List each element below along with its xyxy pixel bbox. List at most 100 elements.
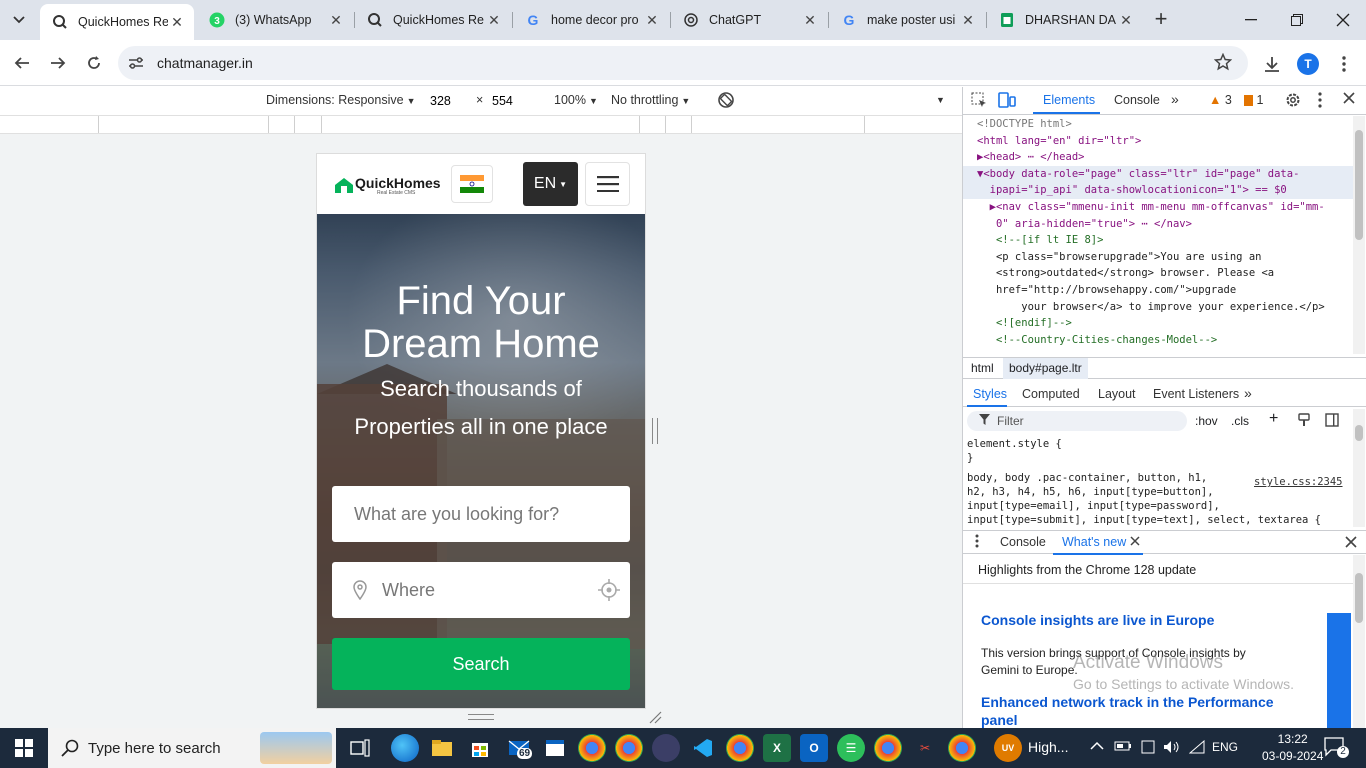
chat-app-icon[interactable]: ☰ <box>837 734 865 762</box>
dom-line[interactable]: your browser</a> to improve your experie… <box>963 299 1353 316</box>
device-toggle-icon[interactable] <box>998 92 1016 111</box>
store-icon[interactable] <box>466 734 494 762</box>
volume-icon[interactable] <box>1163 740 1181 757</box>
reload-button[interactable] <box>81 50 107 76</box>
tab-home-decor[interactable]: G home decor pro ✕ <box>513 0 669 40</box>
profile-button[interactable]: T <box>1295 51 1321 77</box>
viewport-resize-handle-bottom[interactable] <box>468 714 494 720</box>
hov-toggle[interactable]: :hov <box>1195 414 1218 428</box>
device-width-input[interactable] <box>427 91 473 111</box>
more-tabs-icon[interactable]: » <box>1244 385 1252 401</box>
clock[interactable]: 13:22 03-09-2024 <box>1262 731 1323 765</box>
dom-line-selected[interactable]: ▼<body data-role="page" class="ltr" id="… <box>963 165 1353 183</box>
close-tab-icon[interactable]: ✕ <box>959 11 977 29</box>
wifi-icon[interactable] <box>1188 739 1205 757</box>
snipping-tool-icon[interactable]: ✂ <box>911 734 939 762</box>
dom-tree[interactable]: <!DOCTYPE html> <html lang="en" dir="ltr… <box>963 116 1353 354</box>
dom-line-selected[interactable]: ipapi="ip_api" data-showlocationicon="1"… <box>963 182 1353 199</box>
tab-layout[interactable]: Layout <box>1098 387 1136 401</box>
viewport-resize-handle-right[interactable] <box>652 418 658 444</box>
close-tab-icon[interactable]: ✕ <box>1117 11 1135 29</box>
close-drawer-tab-icon[interactable] <box>1130 535 1140 549</box>
crosshair-icon[interactable] <box>598 579 620 604</box>
input-language[interactable]: ENG <box>1212 740 1238 754</box>
address-bar[interactable]: chatmanager.in <box>118 46 1248 80</box>
close-tab-icon[interactable]: ✕ <box>485 11 503 29</box>
site-info-icon[interactable] <box>124 51 148 75</box>
dom-line[interactable]: ▶<head> ⋯ </head> <box>963 149 1353 166</box>
dimensions-dropdown[interactable]: Dimensions: Responsive ▼ <box>266 93 415 107</box>
close-window-button[interactable] <box>1328 6 1358 34</box>
dom-line[interactable]: <p class="browserupgrade">You are using … <box>963 249 1353 266</box>
devtools-menu-icon[interactable] <box>1318 92 1322 111</box>
excel-icon[interactable]: X <box>763 734 791 762</box>
rotate-icon[interactable] <box>716 90 736 113</box>
tab-chatgpt[interactable]: ChatGPT ✕ <box>671 0 827 40</box>
close-tab-icon[interactable]: ✕ <box>168 13 186 31</box>
dom-line[interactable]: <![endif]--> <box>963 315 1353 332</box>
errors-badge[interactable]: 1 <box>1244 93 1263 107</box>
close-tab-icon[interactable]: ✕ <box>327 11 345 29</box>
language-button[interactable]: EN ▼ <box>523 162 578 206</box>
vscode-icon[interactable] <box>689 734 717 762</box>
drawer-tab-console[interactable]: Console <box>1000 535 1046 549</box>
hamburger-menu-button[interactable] <box>585 162 630 206</box>
styles-scrollbar[interactable] <box>1353 409 1365 527</box>
cls-toggle[interactable]: .cls <box>1231 414 1249 428</box>
task-view-icon[interactable] <box>346 734 374 762</box>
edge-icon[interactable] <box>391 734 419 762</box>
device-height-input[interactable] <box>489 91 535 111</box>
inspect-element-icon[interactable] <box>971 92 987 111</box>
forward-button[interactable] <box>45 50 71 76</box>
tab-make-poster[interactable]: G make poster usi ✕ <box>829 0 985 40</box>
mail-icon[interactable]: 69 <box>505 734 533 762</box>
drawer-menu-icon[interactable] <box>975 534 979 551</box>
dom-line[interactable]: ▶<nav class="mmenu-init mm-menu mm-offca… <box>963 199 1353 216</box>
search-button[interactable]: Search <box>332 638 630 690</box>
calendar-app-icon[interactable] <box>541 734 569 762</box>
viewport-resize-corner[interactable] <box>648 710 662 724</box>
new-tab-button[interactable]: + <box>1149 8 1173 32</box>
tab-styles[interactable]: Styles <box>973 387 1007 401</box>
zoom-dropdown[interactable]: 100% ▼ <box>554 93 598 107</box>
dom-line[interactable]: <!--Country-Cities-changes-Model--> <box>963 332 1353 349</box>
country-flag-button[interactable] <box>451 165 493 203</box>
chrome-menu-icon[interactable] <box>1331 51 1357 77</box>
minimize-button[interactable] <box>1236 6 1266 34</box>
tab-quickhomes-active[interactable]: QuickHomes Re ✕ <box>40 4 194 40</box>
download-icon[interactable] <box>1259 51 1285 77</box>
new-rule-icon[interactable]: + <box>1269 410 1278 428</box>
dom-line[interactable]: href="http://browsehappy.com/">upgrade <box>963 282 1353 299</box>
dom-line[interactable]: <html lang="en" dir="ltr"> <box>963 133 1353 150</box>
taskbar-search[interactable]: Type here to search <box>48 728 336 768</box>
obs-icon[interactable] <box>652 734 680 762</box>
tab-quickhomes-2[interactable]: QuickHomes Re ✕ <box>355 0 511 40</box>
file-explorer-icon[interactable] <box>428 734 456 762</box>
chrome-profile-3-icon[interactable] <box>874 734 902 762</box>
tab-whatsapp[interactable]: 3 (3) WhatsApp ✕ <box>197 0 353 40</box>
chrome-active-icon[interactable] <box>615 734 643 762</box>
tab-elements[interactable]: Elements <box>1043 93 1095 107</box>
device-more-icon[interactable]: ▼ <box>936 95 945 105</box>
sidebar-toggle-icon[interactable] <box>1325 413 1339 430</box>
site-logo[interactable]: QuickHomes Real Estate CMS <box>333 176 441 196</box>
more-tabs-icon[interactable]: » <box>1171 91 1179 107</box>
settings-gear-icon[interactable] <box>1285 92 1301 111</box>
dom-line[interactable]: 0" aria-hidden="true"> ⋯ </nav> <box>963 216 1353 233</box>
where-input[interactable]: Where <box>332 562 630 618</box>
throttling-dropdown[interactable]: No throttling ▼ <box>611 93 690 107</box>
tab-console[interactable]: Console <box>1114 93 1160 107</box>
paint-brush-icon[interactable] <box>1297 413 1311 430</box>
chrome-profile-icon[interactable] <box>578 734 606 762</box>
warnings-badge[interactable]: ▲ 3 <box>1209 93 1232 107</box>
breadcrumb-html[interactable]: html <box>971 361 994 375</box>
bookmark-star-icon[interactable] <box>1213 52 1233 74</box>
dom-line[interactable]: <!--[if lt IE 8]> <box>963 232 1353 249</box>
weather-news-icon[interactable]: UV <box>994 734 1022 762</box>
back-button[interactable] <box>9 50 35 76</box>
whats-new-link[interactable]: Enhanced network track in the Performanc… <box>981 693 1301 728</box>
dom-line[interactable]: <strong>outdated</strong> browser. Pleas… <box>963 265 1353 282</box>
css-source-link[interactable]: style.css:2345 <box>1254 476 1343 488</box>
tab-event-listeners[interactable]: Event Listeners <box>1153 387 1239 401</box>
battery-icon[interactable] <box>1114 740 1132 755</box>
